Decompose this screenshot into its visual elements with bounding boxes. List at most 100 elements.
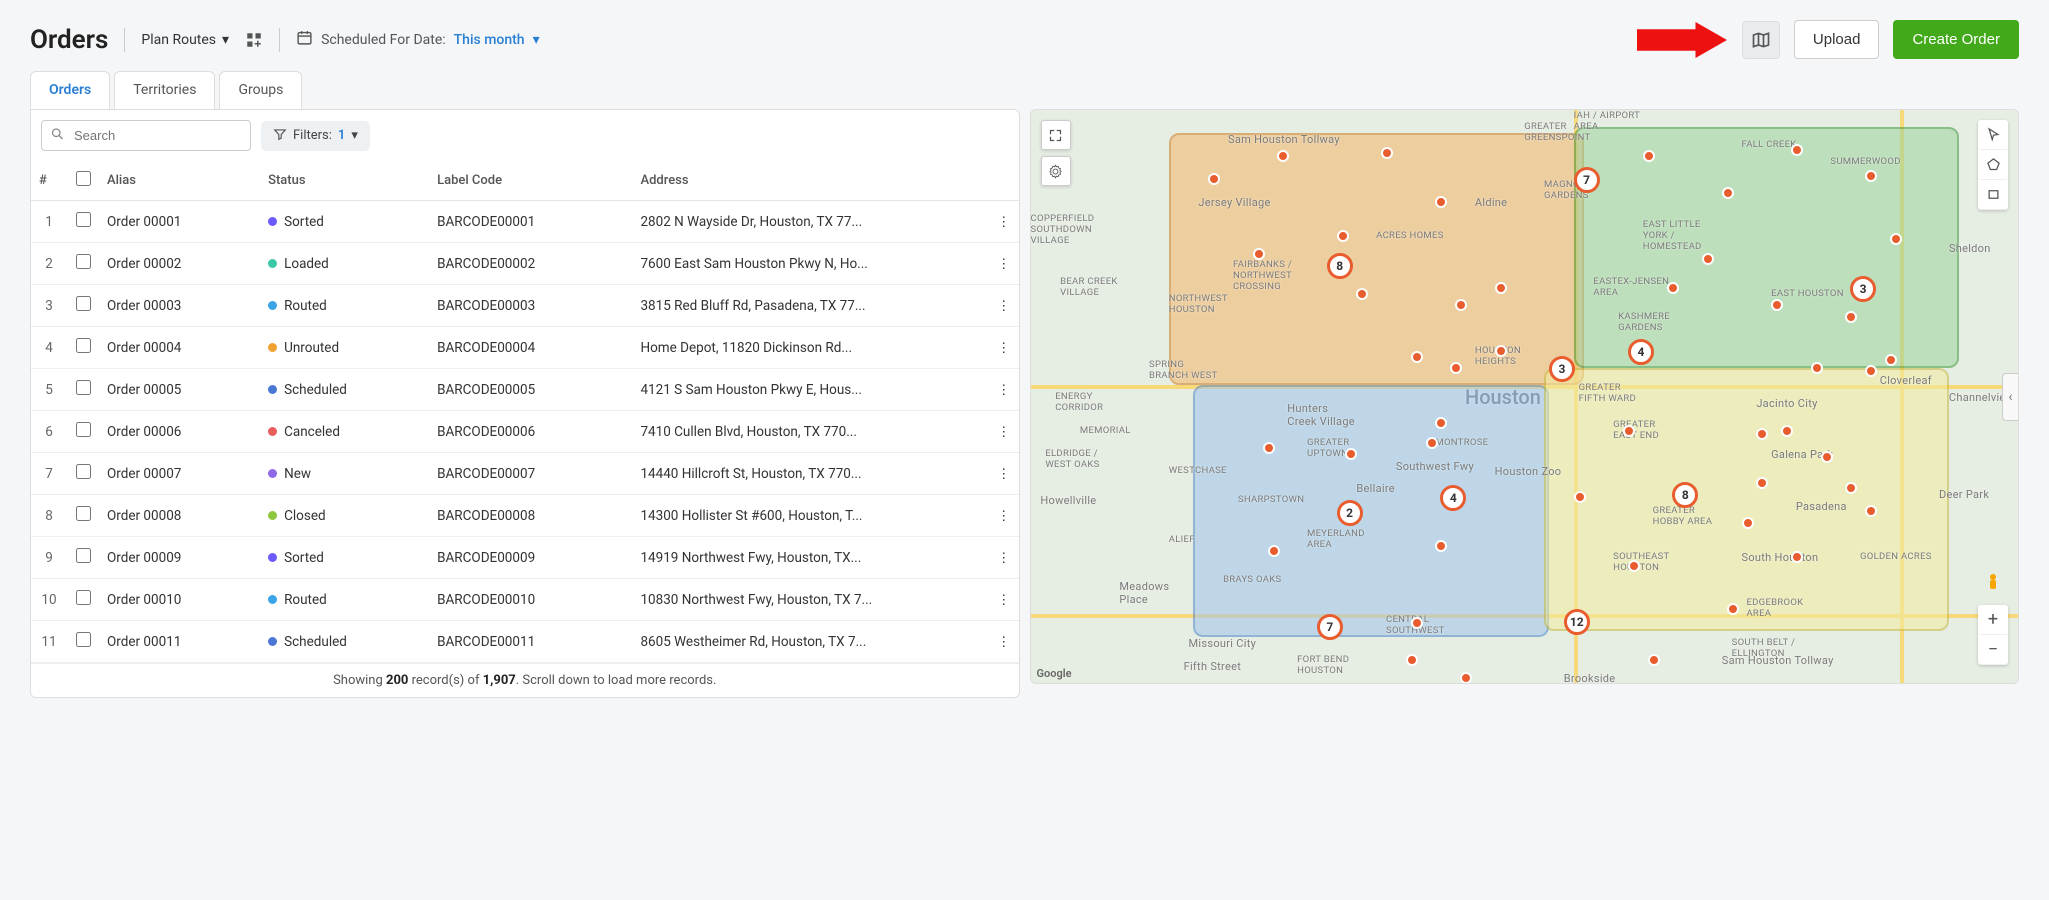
- map-marker[interactable]: [1845, 311, 1857, 323]
- tab-groups[interactable]: Groups: [219, 71, 302, 109]
- row-menu-button[interactable]: ⋮: [989, 411, 1019, 453]
- map-territory[interactable]: [1544, 368, 1949, 632]
- map-marker[interactable]: [1411, 351, 1423, 363]
- map-cluster-marker[interactable]: 2: [1337, 500, 1363, 526]
- table-row[interactable]: 4Order 00004UnroutedBARCODE00004Home Dep…: [31, 327, 1019, 369]
- row-checkbox[interactable]: [76, 590, 91, 605]
- row-menu-button[interactable]: ⋮: [989, 537, 1019, 579]
- map-marker[interactable]: [1890, 233, 1902, 245]
- map-territory[interactable]: [1169, 133, 1584, 385]
- map-marker[interactable]: [1337, 230, 1349, 242]
- row-checkbox[interactable]: [76, 632, 91, 647]
- map-cluster-marker[interactable]: 7: [1574, 167, 1600, 193]
- map-cursor-tool[interactable]: [1978, 120, 2008, 150]
- map-marker[interactable]: [1643, 150, 1655, 162]
- scheduled-date-filter[interactable]: Scheduled For Date: This month ▾: [296, 29, 540, 50]
- row-checkbox[interactable]: [76, 338, 91, 353]
- map-marker[interactable]: [1791, 551, 1803, 563]
- table-row[interactable]: 8Order 00008ClosedBARCODE0000814300 Holl…: [31, 495, 1019, 537]
- table-row[interactable]: 9Order 00009SortedBARCODE0000914919 Nort…: [31, 537, 1019, 579]
- map-rectangle-tool[interactable]: [1978, 180, 2008, 210]
- row-menu-button[interactable]: ⋮: [989, 369, 1019, 411]
- table-row[interactable]: 2Order 00002LoadedBARCODE000027600 East …: [31, 243, 1019, 285]
- row-menu-button[interactable]: ⋮: [989, 453, 1019, 495]
- col-status[interactable]: Status: [260, 161, 429, 201]
- row-checkbox[interactable]: [76, 422, 91, 437]
- row-menu-button[interactable]: ⋮: [989, 327, 1019, 369]
- map-marker[interactable]: [1253, 248, 1265, 260]
- map-marker[interactable]: [1356, 288, 1368, 300]
- row-checkbox[interactable]: [76, 548, 91, 563]
- map-fullscreen-button[interactable]: [1041, 120, 1071, 150]
- col-alias[interactable]: Alias: [99, 161, 260, 201]
- table-row[interactable]: 11Order 00011ScheduledBARCODE000118605 W…: [31, 621, 1019, 663]
- table-row[interactable]: 5Order 00005ScheduledBARCODE000054121 S …: [31, 369, 1019, 411]
- tab-orders[interactable]: Orders: [30, 71, 110, 109]
- map-cluster-marker[interactable]: 7: [1317, 614, 1343, 640]
- map-settings-button[interactable]: [1041, 156, 1071, 186]
- map-polygon-tool[interactable]: [1978, 150, 2008, 180]
- table-row[interactable]: 1Order 00001SortedBARCODE000012802 N Way…: [31, 201, 1019, 243]
- map-marker[interactable]: [1628, 560, 1640, 572]
- map-marker[interactable]: [1263, 442, 1275, 454]
- map-cluster-marker[interactable]: 4: [1628, 339, 1654, 365]
- row-menu-button[interactable]: ⋮: [989, 579, 1019, 621]
- search-input[interactable]: [41, 120, 251, 151]
- create-order-button[interactable]: Create Order: [1893, 20, 2019, 59]
- map-territory[interactable]: [1193, 385, 1549, 637]
- map-marker[interactable]: [1574, 491, 1586, 503]
- row-menu-button[interactable]: ⋮: [989, 495, 1019, 537]
- plan-routes-dropdown[interactable]: Plan Routes ▾: [141, 32, 229, 48]
- map-marker[interactable]: [1648, 654, 1660, 666]
- map-marker[interactable]: [1411, 617, 1423, 629]
- col-num[interactable]: #: [31, 161, 67, 201]
- map-canvas[interactable]: Houston Jersey VillageAldineFALL CREEKSU…: [1031, 110, 2019, 683]
- zoom-out-button[interactable]: −: [1978, 635, 2008, 665]
- row-checkbox[interactable]: [76, 296, 91, 311]
- table-row[interactable]: 7Order 00007NewBARCODE0000714440 Hillcro…: [31, 453, 1019, 495]
- row-menu-button[interactable]: ⋮: [989, 621, 1019, 663]
- pegman-icon[interactable]: [1979, 569, 2007, 597]
- map-marker[interactable]: [1756, 477, 1768, 489]
- row-checkbox[interactable]: [76, 380, 91, 395]
- upload-button[interactable]: Upload: [1794, 20, 1880, 59]
- map-marker[interactable]: [1345, 448, 1357, 460]
- row-checkbox[interactable]: [76, 254, 91, 269]
- route-templates-icon[interactable]: [245, 31, 263, 49]
- col-address[interactable]: Address: [632, 161, 989, 201]
- zoom-in-button[interactable]: +: [1978, 605, 2008, 635]
- map-marker[interactable]: [1460, 672, 1472, 684]
- map-cluster-marker[interactable]: 12: [1564, 609, 1590, 635]
- tab-territories[interactable]: Territories: [114, 71, 215, 109]
- row-checkbox[interactable]: [76, 212, 91, 227]
- map-panel[interactable]: Houston Jersey VillageAldineFALL CREEKSU…: [1030, 109, 2020, 684]
- map-marker[interactable]: [1268, 545, 1280, 557]
- table-row[interactable]: 10Order 00010RoutedBARCODE0001010830 Nor…: [31, 579, 1019, 621]
- map-marker[interactable]: [1406, 654, 1418, 666]
- table-row[interactable]: 3Order 00003RoutedBARCODE000033815 Red B…: [31, 285, 1019, 327]
- map-toggle-button[interactable]: [1742, 21, 1780, 59]
- map-marker[interactable]: [1495, 282, 1507, 294]
- row-checkbox[interactable]: [76, 506, 91, 521]
- map-marker[interactable]: [1426, 437, 1438, 449]
- map-marker[interactable]: [1865, 365, 1877, 377]
- select-all-checkbox[interactable]: [76, 171, 91, 186]
- map-marker[interactable]: [1742, 517, 1754, 529]
- map-marker[interactable]: [1727, 603, 1739, 615]
- row-menu-button[interactable]: ⋮: [989, 243, 1019, 285]
- table-row[interactable]: 6Order 00006CanceledBARCODE000067410 Cul…: [31, 411, 1019, 453]
- map-marker[interactable]: [1821, 451, 1833, 463]
- map-marker[interactable]: [1865, 170, 1877, 182]
- row-menu-button[interactable]: ⋮: [989, 201, 1019, 243]
- map-marker[interactable]: [1811, 362, 1823, 374]
- filters-button[interactable]: Filters: 1 ▾: [261, 121, 370, 151]
- row-menu-button[interactable]: ⋮: [989, 285, 1019, 327]
- row-checkbox[interactable]: [76, 464, 91, 479]
- map-place-label: South Houston: [1742, 551, 1819, 564]
- map-collapse-handle[interactable]: ‹: [2002, 373, 2018, 421]
- map-cluster-marker[interactable]: 8: [1327, 253, 1353, 279]
- map-marker[interactable]: [1495, 345, 1507, 357]
- map-marker[interactable]: [1885, 354, 1897, 366]
- map-marker[interactable]: [1435, 417, 1447, 429]
- col-label[interactable]: Label Code: [429, 161, 632, 201]
